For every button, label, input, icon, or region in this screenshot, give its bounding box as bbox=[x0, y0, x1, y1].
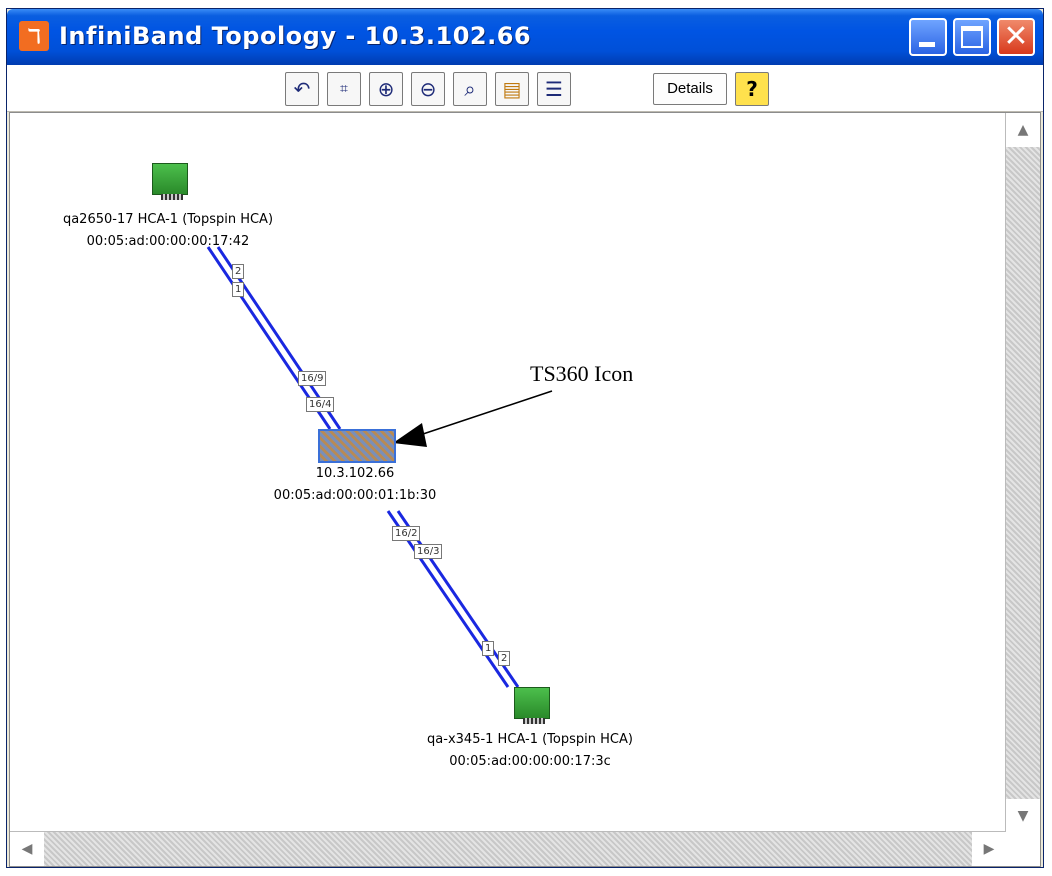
port-label: 16/3 bbox=[414, 544, 443, 559]
port-label: 16/9 bbox=[298, 371, 327, 386]
maximize-button[interactable] bbox=[953, 18, 991, 56]
port-label: 2 bbox=[498, 651, 511, 666]
annotation-label: TS360 Icon bbox=[530, 361, 634, 386]
zoom-in-icon: ⊕ bbox=[377, 77, 395, 101]
title-bar[interactable]: ℸ InfiniBand Topology - 10.3.102.66 ✕ bbox=[7, 9, 1043, 65]
hca-bottom-guid: 00:05:ad:00:00:00:17:3c bbox=[449, 754, 611, 769]
scroll-left-icon[interactable]: ◀ bbox=[10, 832, 44, 866]
list-button[interactable]: ☰ bbox=[537, 72, 571, 106]
switch-name: 10.3.102.66 bbox=[315, 466, 395, 481]
layout-button[interactable]: ▤ bbox=[495, 72, 529, 106]
close-icon: ✕ bbox=[1003, 19, 1029, 54]
hca-top-icon[interactable] bbox=[152, 163, 188, 200]
back-icon: ↶ bbox=[293, 77, 311, 101]
minimize-button[interactable] bbox=[909, 18, 947, 56]
toolbar: ↶ ⌗ ⊕ ⊖ ⌕ ▤ ☰ Details ? bbox=[7, 65, 1043, 112]
zoom-in-button[interactable]: ⊕ bbox=[369, 72, 403, 106]
scroll-up-icon[interactable]: ▲ bbox=[1006, 113, 1040, 147]
topology-window: ℸ InfiniBand Topology - 10.3.102.66 ✕ ↶ … bbox=[6, 8, 1044, 868]
annotation-arrowhead bbox=[393, 423, 427, 447]
zoom-fit-icon: ⌕ bbox=[464, 77, 476, 101]
scroll-right-icon[interactable]: ▶ bbox=[972, 832, 1006, 866]
zoom-out-icon: ⊖ bbox=[419, 77, 437, 101]
port-label: 2 bbox=[232, 264, 245, 279]
layout-icon: ▤ bbox=[502, 77, 522, 101]
help-icon: ? bbox=[746, 77, 758, 101]
fit-icon: ⌗ bbox=[340, 81, 348, 97]
switch-ts360-icon[interactable] bbox=[318, 429, 396, 463]
help-button[interactable]: ? bbox=[735, 72, 769, 106]
switch-guid: 00:05:ad:00:00:01:1b:30 bbox=[273, 488, 437, 503]
port-label: 16/4 bbox=[306, 397, 335, 412]
close-button[interactable]: ✕ bbox=[997, 18, 1035, 56]
port-label: 1 bbox=[482, 641, 495, 656]
fit-button[interactable]: ⌗ bbox=[327, 72, 361, 106]
window-title: InfiniBand Topology - 10.3.102.66 bbox=[59, 22, 532, 50]
annotation-arrow-line bbox=[419, 390, 553, 436]
minimize-icon bbox=[919, 42, 935, 47]
maximize-icon bbox=[961, 26, 983, 48]
zoom-fit-button[interactable]: ⌕ bbox=[453, 72, 487, 106]
topology-canvas[interactable]: qa2650-17 HCA-1 (Topspin HCA) 00:05:ad:0… bbox=[9, 112, 1041, 867]
scroll-down-icon[interactable]: ▼ bbox=[1006, 799, 1040, 833]
horizontal-scrollbar[interactable]: ◀ ▶ bbox=[10, 831, 1006, 866]
port-label: 1 bbox=[232, 282, 245, 297]
app-icon: ℸ bbox=[19, 21, 49, 51]
back-button[interactable]: ↶ bbox=[285, 72, 319, 106]
details-button[interactable]: Details bbox=[653, 73, 727, 105]
scroll-corner bbox=[1006, 832, 1040, 866]
list-icon: ☰ bbox=[545, 77, 563, 101]
hca-bottom-icon[interactable] bbox=[514, 687, 550, 724]
hca-top-guid: 00:05:ad:00:00:00:17:42 bbox=[86, 234, 250, 249]
port-label: 16/2 bbox=[392, 526, 421, 541]
hca-top-name: qa2650-17 HCA-1 (Topspin HCA) bbox=[62, 212, 274, 227]
zoom-out-button[interactable]: ⊖ bbox=[411, 72, 445, 106]
vertical-scrollbar[interactable]: ▲ ▼ bbox=[1005, 113, 1040, 833]
hca-bottom-name: qa-x345-1 HCA-1 (Topspin HCA) bbox=[427, 732, 633, 747]
